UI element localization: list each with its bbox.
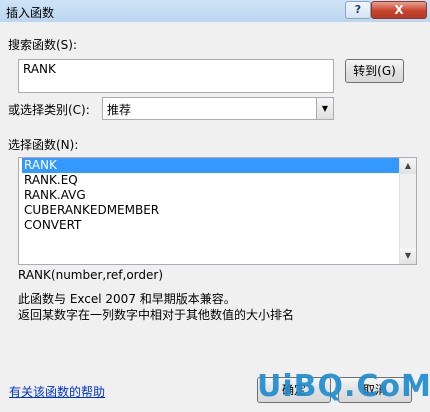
- search-label: 搜索函数(S):: [8, 38, 78, 52]
- title-bar: 插入函数 ? X: [0, 0, 430, 22]
- list-item[interactable]: RANK.AVG: [22, 188, 88, 203]
- scroll-down-icon[interactable]: ▼: [400, 248, 416, 264]
- function-help-link[interactable]: 有关该函数的帮助: [9, 383, 105, 400]
- category-label: 或选择类别(C):: [8, 103, 90, 117]
- list-scrollbar[interactable]: ▲ ▼: [399, 158, 416, 264]
- scroll-up-icon[interactable]: ▲: [400, 158, 416, 174]
- window-title: 插入函数: [6, 6, 55, 20]
- list-item[interactable]: RANK.EQ: [22, 173, 80, 188]
- function-signature: RANK(number,ref,order): [18, 268, 164, 282]
- function-list[interactable]: RANK RANK.EQ RANK.AVG CUBERANKEDMEMBER C…: [18, 157, 417, 265]
- list-item[interactable]: CUBERANKEDMEMBER: [22, 203, 161, 218]
- watermark-logo: UiBQ.CoM: [257, 369, 430, 404]
- description-line-2: 返回某数字在一列数字中相对于其他数值的大小排名: [18, 308, 295, 322]
- close-button[interactable]: X: [371, 1, 427, 19]
- chevron-down-icon[interactable]: ▼: [316, 98, 333, 119]
- description-line-1: 此函数与 Excel 2007 和早期版本兼容。: [18, 292, 236, 306]
- list-item[interactable]: RANK: [22, 158, 410, 173]
- function-list-label: 选择函数(N):: [8, 138, 79, 152]
- dialog-body: 搜索函数(S): RANK 转到(G) 或选择类别(C): 推荐 ▼ 选择函数(…: [0, 22, 430, 412]
- go-button[interactable]: 转到(G): [345, 59, 404, 83]
- list-item[interactable]: CONVERT: [22, 218, 83, 233]
- search-input[interactable]: RANK: [18, 59, 334, 93]
- help-button[interactable]: ?: [345, 1, 371, 19]
- category-value: 推荐: [107, 103, 132, 117]
- category-select[interactable]: 推荐 ▼: [102, 97, 334, 120]
- search-input-text: RANK: [23, 62, 56, 76]
